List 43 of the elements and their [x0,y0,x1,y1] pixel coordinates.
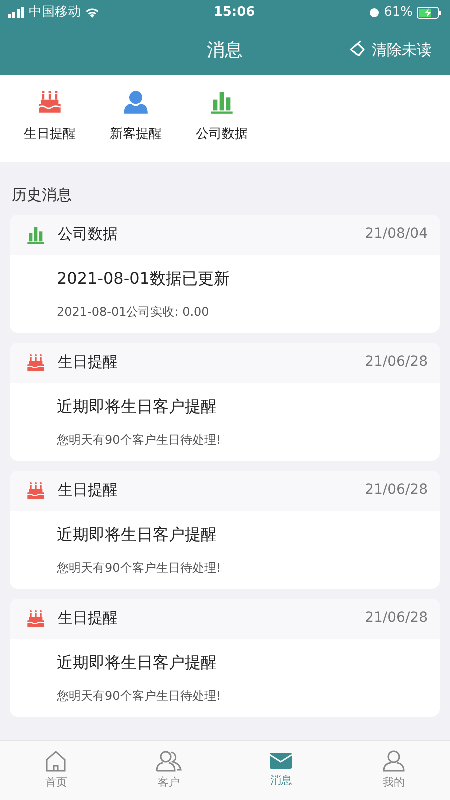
cake-icon [37,89,63,115]
home-icon [44,749,68,774]
message-title: 近期即将生日客户提醒 [57,524,218,546]
tab-button[interactable]: 消息 [225,741,338,800]
message-date: 21/06/28 [365,481,428,500]
cake-icon [26,352,46,372]
cake-icon [26,480,46,500]
message-detail: 2021-08-01公司实收: 0.00 [57,304,210,320]
message-detail: 您明天有90个客户生日待处理! [57,688,222,704]
person-icon [123,89,149,115]
message-detail: 您明天有90个客户生日待处理! [57,432,222,448]
message-title: 2021-08-01数据已更新 [57,268,231,290]
person-icon [382,749,406,774]
message-category: 生日提醒 [58,480,118,502]
page-title: 消息 [207,38,243,62]
message-card[interactable]: 生日提醒 21/06/28 近期即将生日客户提醒 您明天有90个客户生日待处理! [10,470,440,588]
message-category: 公司数据 [58,224,118,246]
bar-chart-icon [26,224,46,244]
shortcut-button[interactable]: 公司数据 [184,89,260,162]
signal-icon [8,7,25,18]
battery-icon [416,6,442,18]
message-card[interactable]: 生日提醒 21/06/28 近期即将生日客户提醒 您明天有90个客户生日待处理! [10,342,440,460]
message-date: 21/08/04 [365,225,428,244]
carrier-name: 中国移动 [29,4,81,22]
shortcut-button[interactable]: 新客提醒 [98,89,174,162]
clear-unread-button[interactable]: 清除未读 [349,38,432,62]
envelope-icon [269,751,294,772]
message-title: 近期即将生日客户提醒 [57,652,218,674]
message-category: 生日提醒 [58,608,118,630]
people-icon [156,749,182,774]
message-title: 近期即将生日客户提醒 [57,396,218,418]
battery-percent: 61% [384,4,413,22]
cake-icon [26,608,46,628]
message-card[interactable]: 公司数据 21/08/04 2021-08-01数据已更新 2021-08-01公司实收: 0.00 [10,214,440,332]
message-date: 21/06/28 [365,353,428,372]
shortcut-button[interactable]: 生日提醒 [12,89,88,162]
section-heading: 历史消息 [11,185,73,206]
message-card[interactable]: 生日提醒 21/06/28 近期即将生日客户提醒 您明天有90个客户生日待处理! [10,598,440,716]
clock-time: 15:06 [214,4,256,22]
message-category: 生日提醒 [58,352,118,374]
message-detail: 您明天有90个客户生日待处理! [57,560,222,576]
message-date: 21/06/28 [365,609,428,628]
wifi-icon [85,7,100,18]
